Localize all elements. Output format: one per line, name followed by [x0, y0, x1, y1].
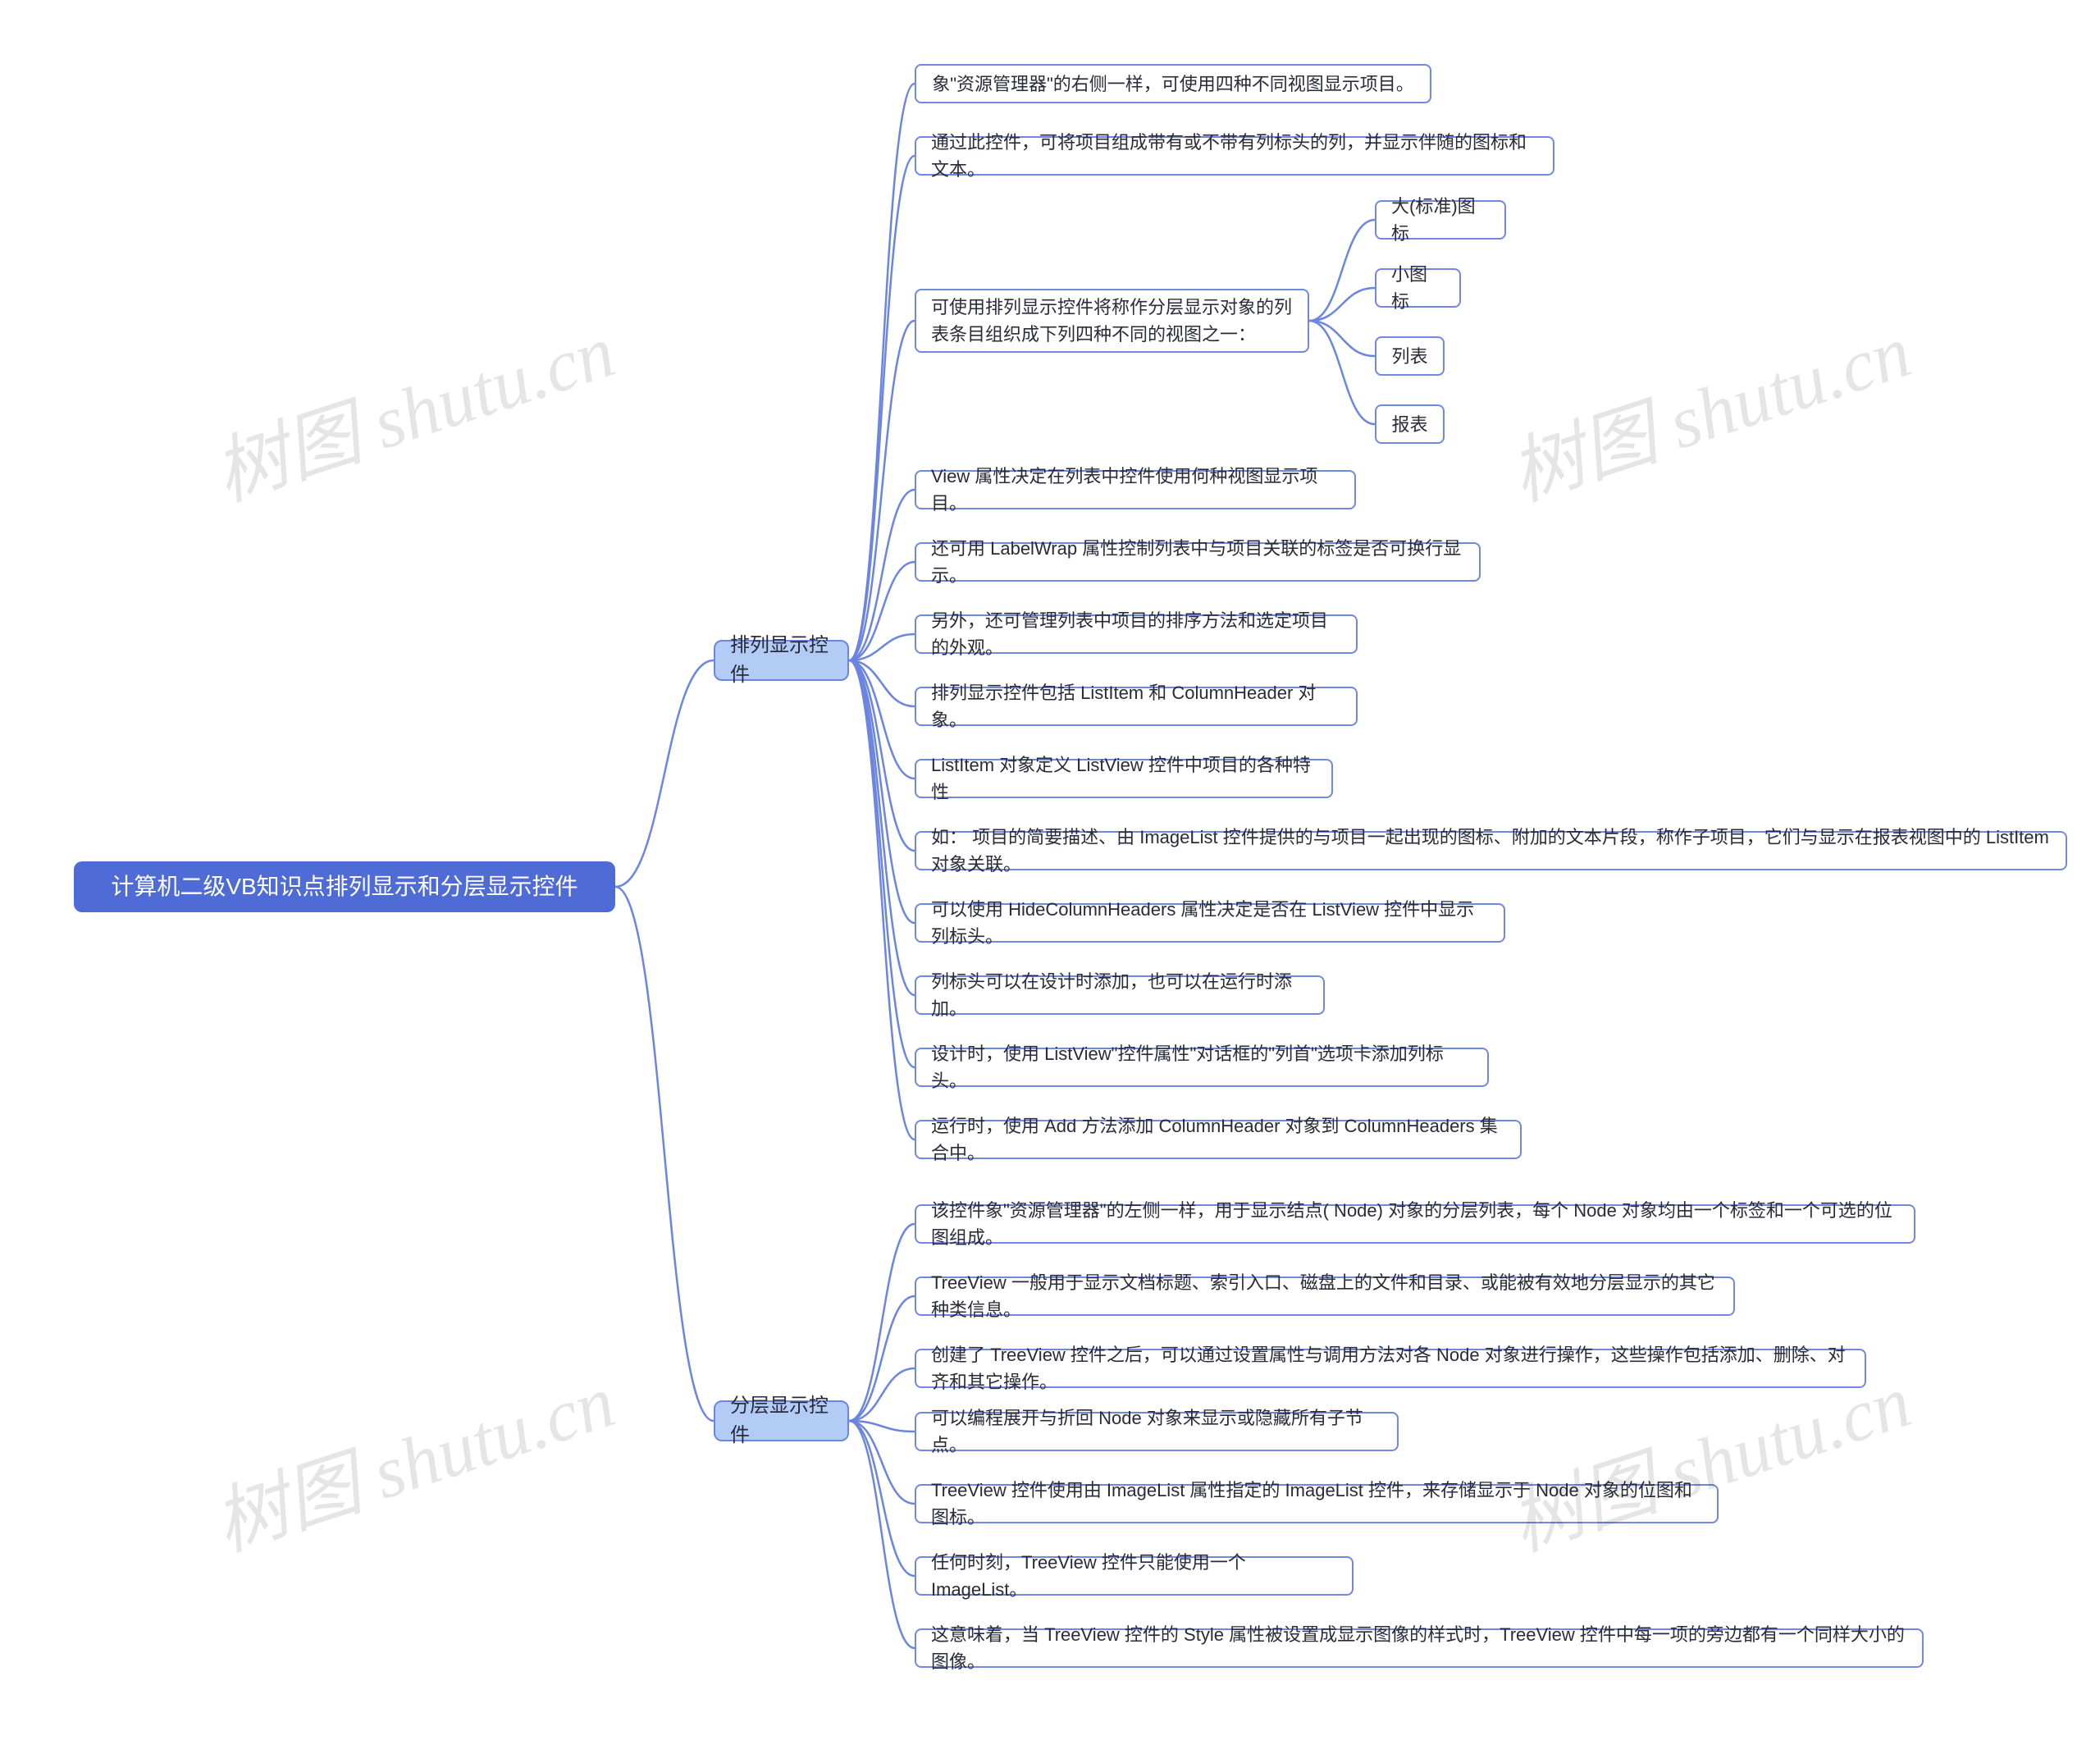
- leaf-b2-d6[interactable]: 任何时刻，TreeView 控件只能使用一个 ImageList。: [915, 1556, 1354, 1596]
- leaf-b1-c7[interactable]: 排列显示控件包括 ListItem 和 ColumnHeader 对象。: [915, 687, 1358, 726]
- leaf-c3-v1[interactable]: 大(标准)图标: [1375, 200, 1506, 240]
- leaf-b1-c6[interactable]: 另外，还可管理列表中项目的排序方法和选定项目的外观。: [915, 614, 1358, 654]
- leaf-b1-c2[interactable]: 通过此控件，可将项目组成带有或不带有列标头的列，并显示伴随的图标和文本。: [915, 136, 1554, 176]
- leaf-b1-c8[interactable]: ListItem 对象定义 ListView 控件中项目的各种特性: [915, 759, 1333, 798]
- watermark: 树图 shutu.cn: [199, 1341, 625, 1571]
- leaf-b1-c10[interactable]: 可以使用 HideColumnHeaders 属性决定是否在 ListView …: [915, 903, 1505, 943]
- watermark: 树图 shutu.cn: [199, 291, 625, 521]
- root-node[interactable]: 计算机二级VB知识点排列显示和分层显示控件: [74, 861, 615, 912]
- leaf-c3-v2[interactable]: 小图标: [1375, 268, 1461, 308]
- leaf-b1-c9[interactable]: 如： 项目的简要描述、由 ImageList 控件提供的与项目一起出现的图标、附…: [915, 831, 2067, 870]
- leaf-b1-c13[interactable]: 运行时，使用 Add 方法添加 ColumnHeader 对象到 ColumnH…: [915, 1120, 1522, 1159]
- leaf-b1-c4[interactable]: View 属性决定在列表中控件使用何种视图显示项目。: [915, 470, 1356, 509]
- leaf-b1-c3[interactable]: 可使用排列显示控件将称作分层显示对象的列表条目组织成下列四种不同的视图之一：: [915, 289, 1309, 353]
- leaf-c3-v3[interactable]: 列表: [1375, 336, 1445, 376]
- watermark: 树图 shutu.cn: [1495, 291, 1921, 521]
- leaf-b2-d3[interactable]: 创建了 TreeView 控件之后，可以通过设置属性与调用方法对各 Node 对…: [915, 1349, 1866, 1388]
- leaf-b1-c1[interactable]: 象"资源管理器"的右侧一样，可使用四种不同视图显示项目。: [915, 64, 1431, 103]
- branch-listview[interactable]: 排列显示控件: [714, 640, 849, 681]
- leaf-b2-d2[interactable]: TreeView 一般用于显示文档标题、索引入口、磁盘上的文件和目录、或能被有效…: [915, 1276, 1735, 1316]
- leaf-b2-d4[interactable]: 可以编程展开与折回 Node 对象来显示或隐藏所有子节点。: [915, 1412, 1399, 1451]
- leaf-b2-d1[interactable]: 该控件象"资源管理器"的左侧一样，用于显示结点( Node) 对象的分层列表，每…: [915, 1204, 1915, 1244]
- leaf-c3-v4[interactable]: 报表: [1375, 404, 1445, 444]
- leaf-b1-c12[interactable]: 设计时，使用 ListView"控件属性"对话框的"列首"选项卡添加列标头。: [915, 1048, 1489, 1087]
- leaf-b1-c5[interactable]: 还可用 LabelWrap 属性控制列表中与项目关联的标签是否可换行显示。: [915, 542, 1481, 582]
- leaf-b2-d5[interactable]: TreeView 控件使用由 ImageList 属性指定的 ImageList…: [915, 1484, 1719, 1523]
- leaf-b2-d7[interactable]: 这意味着，当 TreeView 控件的 Style 属性被设置成显示图像的样式时…: [915, 1628, 1924, 1668]
- branch-treeview[interactable]: 分层显示控件: [714, 1400, 849, 1441]
- leaf-b1-c11[interactable]: 列标头可以在设计时添加，也可以在运行时添加。: [915, 975, 1325, 1015]
